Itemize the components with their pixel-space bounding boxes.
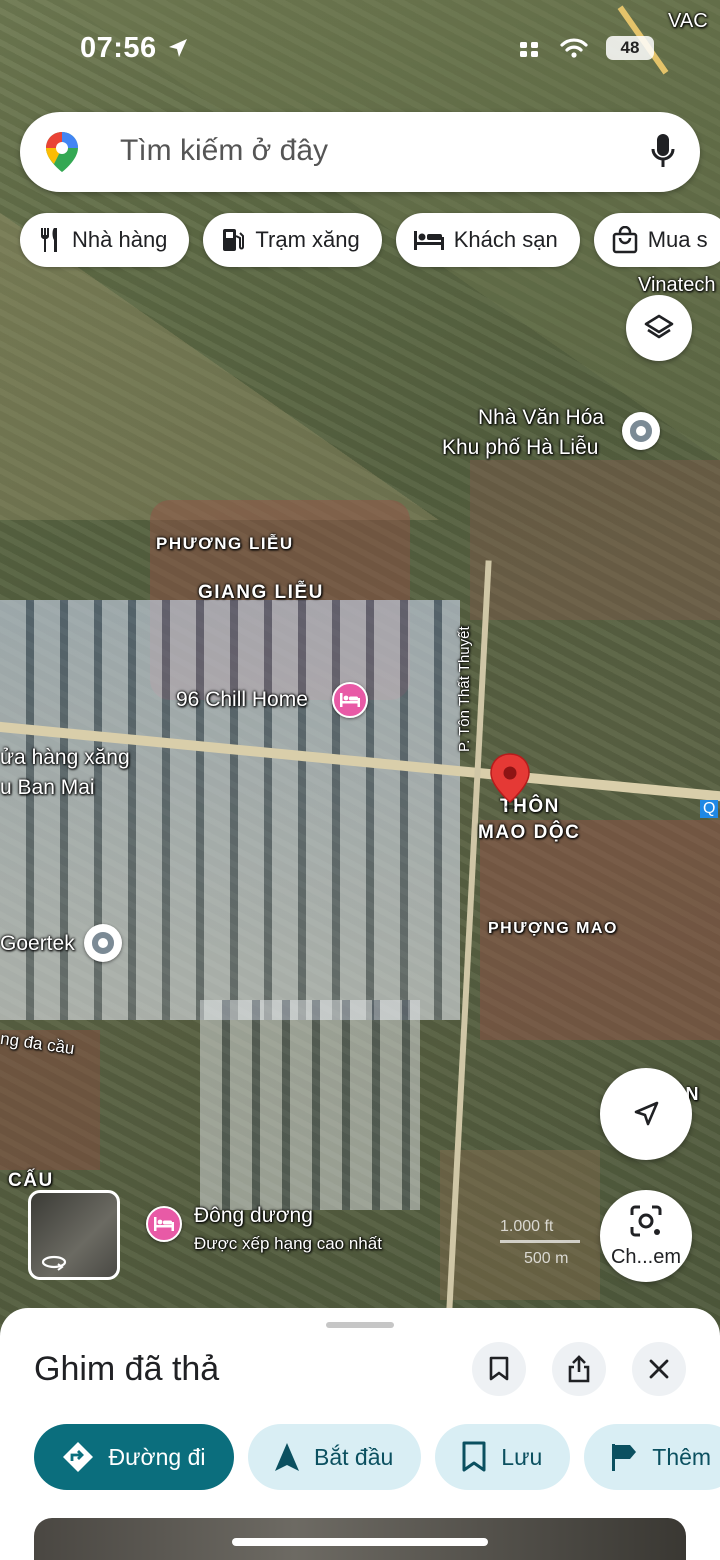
lens-button[interactable]: Ch...em <box>600 1190 692 1282</box>
camera-lens-icon <box>630 1205 662 1237</box>
search-input[interactable]: Tìm kiếm ở đây <box>120 134 328 168</box>
area-label: CẤU <box>8 1170 54 1191</box>
battery-indicator: 48 <box>606 36 654 60</box>
lens-label: Ch...em <box>610 1246 682 1268</box>
drag-handle[interactable] <box>326 1322 394 1328</box>
directions-button[interactable]: Đường đi <box>34 1424 234 1490</box>
location-arrow-icon <box>169 39 187 57</box>
fork-knife-icon <box>41 228 57 252</box>
action-label: Đường đi <box>108 1443 206 1470</box>
area-label: PHƯƠNG LIỄU <box>156 534 294 553</box>
scale-bar <box>500 1240 580 1243</box>
category-chips: Nhà hàng Trạm xăng Khách sạn Mua s <box>20 213 720 267</box>
google-maps-logo-icon <box>46 132 78 172</box>
bed-icon <box>413 231 444 250</box>
rotate-360-icon <box>41 1255 67 1271</box>
layers-button[interactable] <box>626 295 692 361</box>
hotel-icon[interactable] <box>146 1206 182 1242</box>
wifi-icon <box>560 38 588 58</box>
shopping-bag-icon <box>612 226 637 254</box>
road-shield: Q <box>700 800 719 818</box>
hotel-sublabel: Được xếp hạng cao nhất <box>194 1234 382 1253</box>
poi-label[interactable]: Khu phố Hà Liễu <box>442 436 598 460</box>
action-label: Bắt đầu <box>314 1443 394 1470</box>
street-label: P. Tôn Thất Thuyết <box>456 626 473 752</box>
signal-icon <box>520 42 538 57</box>
scale-ft: 1.000 ft <box>500 1218 554 1235</box>
save-icon-button[interactable] <box>472 1342 526 1396</box>
navigation-arrow-icon <box>634 1101 659 1126</box>
action-label: Thêm <box>652 1443 712 1470</box>
chip-label: Mua s <box>647 227 708 252</box>
home-indicator[interactable] <box>232 1538 488 1546</box>
street-view-thumbnail[interactable] <box>28 1190 120 1280</box>
close-button[interactable] <box>632 1342 686 1396</box>
dropped-pin-icon[interactable] <box>488 752 532 812</box>
action-label: Lưu <box>501 1443 543 1470</box>
poi-label[interactable]: Nhà Văn Hóa <box>478 406 604 430</box>
save-button[interactable]: Lưu <box>435 1424 571 1490</box>
flag-icon <box>612 1444 637 1471</box>
place-bottom-sheet[interactable]: Ghim đã thả Đường đi Bắt đầu Lưu Thêm <box>0 1308 720 1560</box>
chip-gas-stations[interactable]: Trạm xăng <box>203 213 382 267</box>
chip-hotels[interactable]: Khách sạn <box>395 213 580 267</box>
my-location-button[interactable] <box>600 1068 692 1160</box>
share-button[interactable] <box>552 1342 606 1396</box>
search-bar[interactable]: Tìm kiếm ở đây <box>20 112 700 192</box>
microphone-icon[interactable] <box>650 132 676 170</box>
share-icon <box>568 1355 590 1383</box>
chip-shopping[interactable]: Mua s <box>593 213 720 267</box>
poi-label[interactable]: u Ban Mai <box>0 776 95 800</box>
area-label: MAO DỘC <box>478 822 581 843</box>
industrial-zone <box>0 600 460 1020</box>
poi-label[interactable]: ửa hàng xăng <box>0 746 130 770</box>
hotel-icon[interactable] <box>332 682 368 718</box>
status-icons: 48 <box>520 36 654 60</box>
layers-icon <box>644 314 674 339</box>
place-title: Ghim đã thả <box>34 1350 220 1388</box>
industrial-zone <box>200 1000 420 1210</box>
chip-label: Trạm xăng <box>255 227 360 252</box>
area-label: PHƯỢNG MAO <box>488 920 618 937</box>
gas-station-icon <box>223 229 245 251</box>
bookmark-icon <box>489 1356 509 1381</box>
chip-label: Khách sạn <box>453 227 558 252</box>
status-bar: 07:56 48 <box>0 0 720 100</box>
hotel-label[interactable]: 96 Chill Home <box>176 688 308 712</box>
close-icon <box>649 1359 669 1379</box>
more-button[interactable]: Thêm <box>584 1424 720 1490</box>
hotel-label[interactable]: Đông dương <box>194 1204 313 1228</box>
status-time: 07:56 <box>80 32 157 64</box>
poi-label[interactable]: Goertek <box>0 932 75 956</box>
start-button[interactable]: Bắt đầu <box>248 1424 422 1490</box>
bookmark-icon <box>462 1441 486 1472</box>
chip-label: Nhà hàng <box>72 227 168 252</box>
action-buttons: Đường đi Bắt đầu Lưu Thêm <box>34 1424 720 1490</box>
scale-m: 500 m <box>524 1250 569 1267</box>
directions-icon <box>62 1442 93 1472</box>
chip-restaurants[interactable]: Nhà hàng <box>20 213 190 267</box>
area-label: GIANG LIỄU <box>198 582 324 603</box>
residential-area <box>470 460 720 620</box>
navigation-arrow-icon <box>275 1443 299 1471</box>
poi-marker-icon[interactable] <box>84 924 122 962</box>
poi-marker-icon[interactable] <box>622 412 660 450</box>
map-label: Vinatech <box>638 274 716 296</box>
